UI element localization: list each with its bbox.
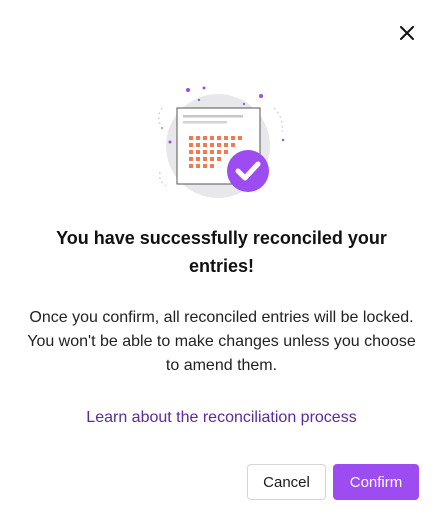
calendar-check-icon bbox=[157, 86, 285, 198]
success-illustration bbox=[150, 84, 292, 202]
close-button[interactable] bbox=[396, 22, 418, 44]
learn-reconciliation-link[interactable]: Learn about the reconciliation process bbox=[20, 406, 423, 430]
cancel-button[interactable]: Cancel bbox=[247, 464, 326, 500]
dialog-title: You have successfully reconciled your en… bbox=[56, 228, 387, 276]
close-icon bbox=[400, 26, 414, 40]
dialog-body-text: Once you confirm, all reconciled entries… bbox=[27, 309, 416, 374]
confirm-button[interactable]: Confirm bbox=[333, 464, 419, 500]
